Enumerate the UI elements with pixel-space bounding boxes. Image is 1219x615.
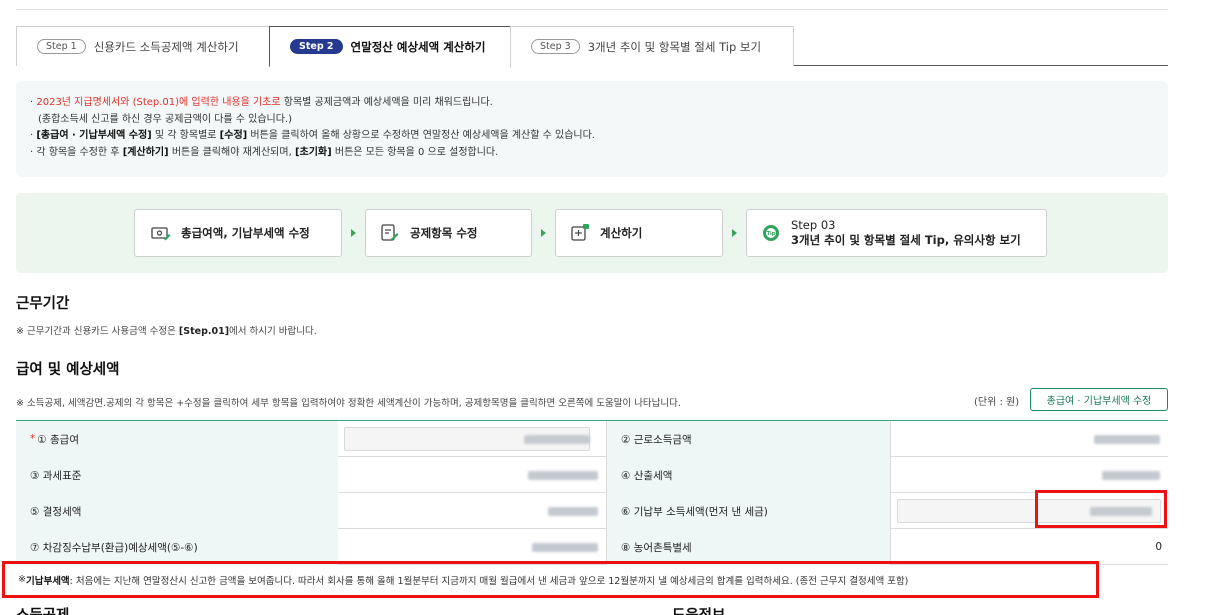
income-deduction-title: 소득공제 — [16, 604, 69, 615]
earned-income-label[interactable]: ② 근로소득금액 — [606, 421, 890, 457]
notice-bold: [수정] — [219, 130, 248, 141]
work-period-note: ※ 근무기간과 신용카드 사용금액 수정은 [Step.01]에서 하시기 바랍… — [16, 323, 317, 337]
flow-step2-label: 공제항목 수정 — [410, 226, 478, 240]
notice-highlight: 2023년 지급명세서와 (Step.01)에 입력한 내용을 기초로 — [36, 97, 281, 108]
rural-tax-value: 0 — [890, 529, 1168, 565]
required-mark: * — [30, 433, 36, 445]
prepaid-tax-label[interactable]: ⑥ 기납부 소득세액(먼저 낸 세금) — [606, 493, 890, 529]
prepaid-tax-footnote: ※ 기납부세액 : 처음에는 지난해 연말정산시 신고한 금액을 보여줍니다. … — [2, 561, 1099, 598]
notice-box: · 2023년 지급명세서와 (Step.01)에 입력한 내용을 기초로 항목… — [16, 81, 1168, 177]
tip-icon: Tip — [763, 225, 779, 241]
step1-pill: Step 1 — [37, 39, 86, 54]
tab-step2-label: 연말정산 예상세액 계산하기 — [350, 39, 486, 54]
svg-text:Tip: Tip — [767, 231, 776, 237]
footnote-bold: 기납부세액 — [25, 575, 70, 587]
unit-label: (단위 : 원) — [974, 397, 1020, 408]
tab-step2[interactable]: Step 2 연말정산 예상세액 계산하기 — [269, 26, 511, 67]
tab-step1-label: 신용카드 소득공제액 계산하기 — [93, 39, 239, 54]
notice-line-1: · 2023년 지급명세서와 (Step.01)에 입력한 내용을 기초로 항목… — [30, 97, 493, 108]
flow-arrow-icon — [351, 229, 356, 237]
tab-step3-label: 3개년 추이 및 항목별 절세 Tip 보기 — [587, 39, 762, 54]
calculator-icon — [571, 224, 589, 241]
step3-pill: Step 3 — [531, 39, 580, 54]
flow-step3-link[interactable]: Tip Step 03 3개년 추이 및 항목별 절세 Tip, 유의사항 보기 — [746, 209, 1047, 257]
notice-text: 버튼은 모든 항목을 0 으로 설정합니다. — [331, 146, 499, 158]
row-label: ① 총급여 — [37, 433, 79, 446]
notice-line-4: · 각 항목을 수정한 후 [계산하기] 버튼을 클릭해야 재계산되며, [초기… — [30, 146, 499, 158]
flow-step3-label: 계산하기 — [600, 226, 643, 240]
flow-edit-deduction-button[interactable]: 공제항목 수정 — [365, 209, 532, 257]
flow-edit-salary-button[interactable]: 총급여액, 기납부세액 수정 — [134, 209, 342, 257]
table-row: * ① 총급여 ② 근로소득금액 — [16, 421, 1168, 457]
notice-bold: [계산하기] — [122, 146, 169, 158]
total-salary-value — [338, 421, 606, 457]
expected-refund-label[interactable]: ⑦ 차감징수납부(환급)예상세액(⑤-⑥) — [16, 529, 338, 565]
note-text: 에서 하시기 바랍니다. — [229, 326, 317, 337]
salary-section-title: 급여 및 예상세액 — [16, 362, 120, 378]
step-tabs: Step 1 신용카드 소득공제액 계산하기 Step 2 연말정산 예상세액 … — [16, 26, 1168, 67]
tab-step1[interactable]: Step 1 신용카드 소득공제액 계산하기 — [16, 26, 270, 66]
flow-step4-text: Step 03 3개년 추이 및 항목별 절세 Tip, 유의사항 보기 — [791, 218, 1021, 248]
salary-description: ※ 소득공제, 세액감면.공제의 각 항목은 +수정을 클릭하여 세부 항목을 … — [16, 398, 681, 409]
tax-base-value — [338, 457, 606, 493]
flow-calculate-button[interactable]: 계산하기 — [555, 209, 723, 257]
masked-value — [528, 470, 598, 480]
calculated-tax-label[interactable]: ④ 산출세액 — [606, 457, 890, 493]
masked-value — [1094, 434, 1160, 444]
step2-pill: Step 2 — [290, 39, 343, 54]
table-row: ⑤ 결정세액 ⑥ 기납부 소득세액(먼저 낸 세금) — [16, 493, 1168, 529]
masked-value — [524, 434, 590, 444]
earned-income-value — [890, 421, 1168, 457]
table-row: ⑦ 차감징수납부(환급)예상세액(⑤-⑥) ⑧ 농어촌특별세 0 — [16, 529, 1168, 565]
expected-refund-value — [338, 529, 606, 565]
work-period-title: 근무기간 — [16, 296, 70, 312]
notice-text: 버튼을 클릭해야 재계산되며, — [168, 146, 295, 158]
calculated-tax-value — [890, 457, 1168, 493]
determined-tax-label[interactable]: ⑤ 결정세액 — [16, 493, 338, 529]
notice-line-2: (종합소득세 신고를 하신 경우 공제금액이 다를 수 있습니다.) — [38, 113, 293, 125]
highlight-box — [1035, 490, 1167, 528]
flow-step1-label: 총급여액, 기납부세액 수정 — [181, 226, 310, 240]
edit-salary-tax-button[interactable]: 총급여 · 기납부세액 수정 — [1030, 388, 1168, 411]
flow-step4-sub: 3개년 추이 및 항목별 절세 Tip, 유의사항 보기 — [791, 233, 1021, 247]
footnote-mark: ※ — [18, 574, 26, 585]
notice-bold: [총급여 · 기납부세액 수정] — [36, 130, 152, 141]
notice-text: 버튼을 클릭하여 올해 상황으로 수정하면 연말정산 예상세액을 계산할 수 있… — [247, 130, 595, 141]
total-salary-label[interactable]: * ① 총급여 — [16, 421, 338, 457]
money-edit-icon — [151, 227, 171, 241]
notice-line-3: · [총급여 · 기납부세액 수정] 및 각 항목별로 [수정] 버튼을 클릭하… — [30, 130, 595, 141]
notice-text: 및 각 항목별로 — [151, 130, 220, 141]
document-edit-icon — [381, 224, 399, 241]
salary-tax-table: * ① 총급여 ② 근로소득금액 ③ 과세표준 ④ 산출세액 ⑤ 결정세액 ⑥ 기… — [16, 420, 1168, 565]
flow-step4-title: Step 03 — [791, 218, 836, 232]
flow-arrow-icon — [541, 229, 546, 237]
masked-value — [532, 542, 598, 552]
tax-base-label[interactable]: ③ 과세표준 — [16, 457, 338, 493]
notice-text: 항목별 공제금액과 예상세액을 미리 채워드립니다. — [280, 97, 493, 108]
step-flow: 총급여액, 기납부세액 수정 공제항목 수정 계산하기 Tip Step 03 … — [16, 193, 1168, 273]
footnote-text: : 처음에는 지난해 연말정산시 신고한 금액을 보여줍니다. 따라서 회사를 … — [69, 575, 909, 587]
rural-tax-label[interactable]: ⑧ 농어촌특별세 — [606, 529, 890, 565]
top-divider — [16, 9, 1168, 10]
masked-value — [548, 506, 598, 516]
tab-step3[interactable]: Step 3 3개년 추이 및 항목별 절세 Tip 보기 — [510, 26, 794, 66]
masked-value — [1102, 470, 1160, 480]
notice-bold: [초기화] — [294, 146, 332, 158]
note-text: ※ 근무기간과 신용카드 사용금액 수정은 — [16, 326, 179, 337]
flow-arrow-icon — [732, 229, 737, 237]
determined-tax-value — [338, 493, 606, 529]
notice-text: 각 항목을 수정한 후 — [36, 146, 123, 158]
step01-link: [Step.01] — [178, 326, 230, 337]
table-row: ③ 과세표준 ④ 산출세액 — [16, 457, 1168, 493]
help-info-title: 도움정보 — [672, 604, 725, 615]
